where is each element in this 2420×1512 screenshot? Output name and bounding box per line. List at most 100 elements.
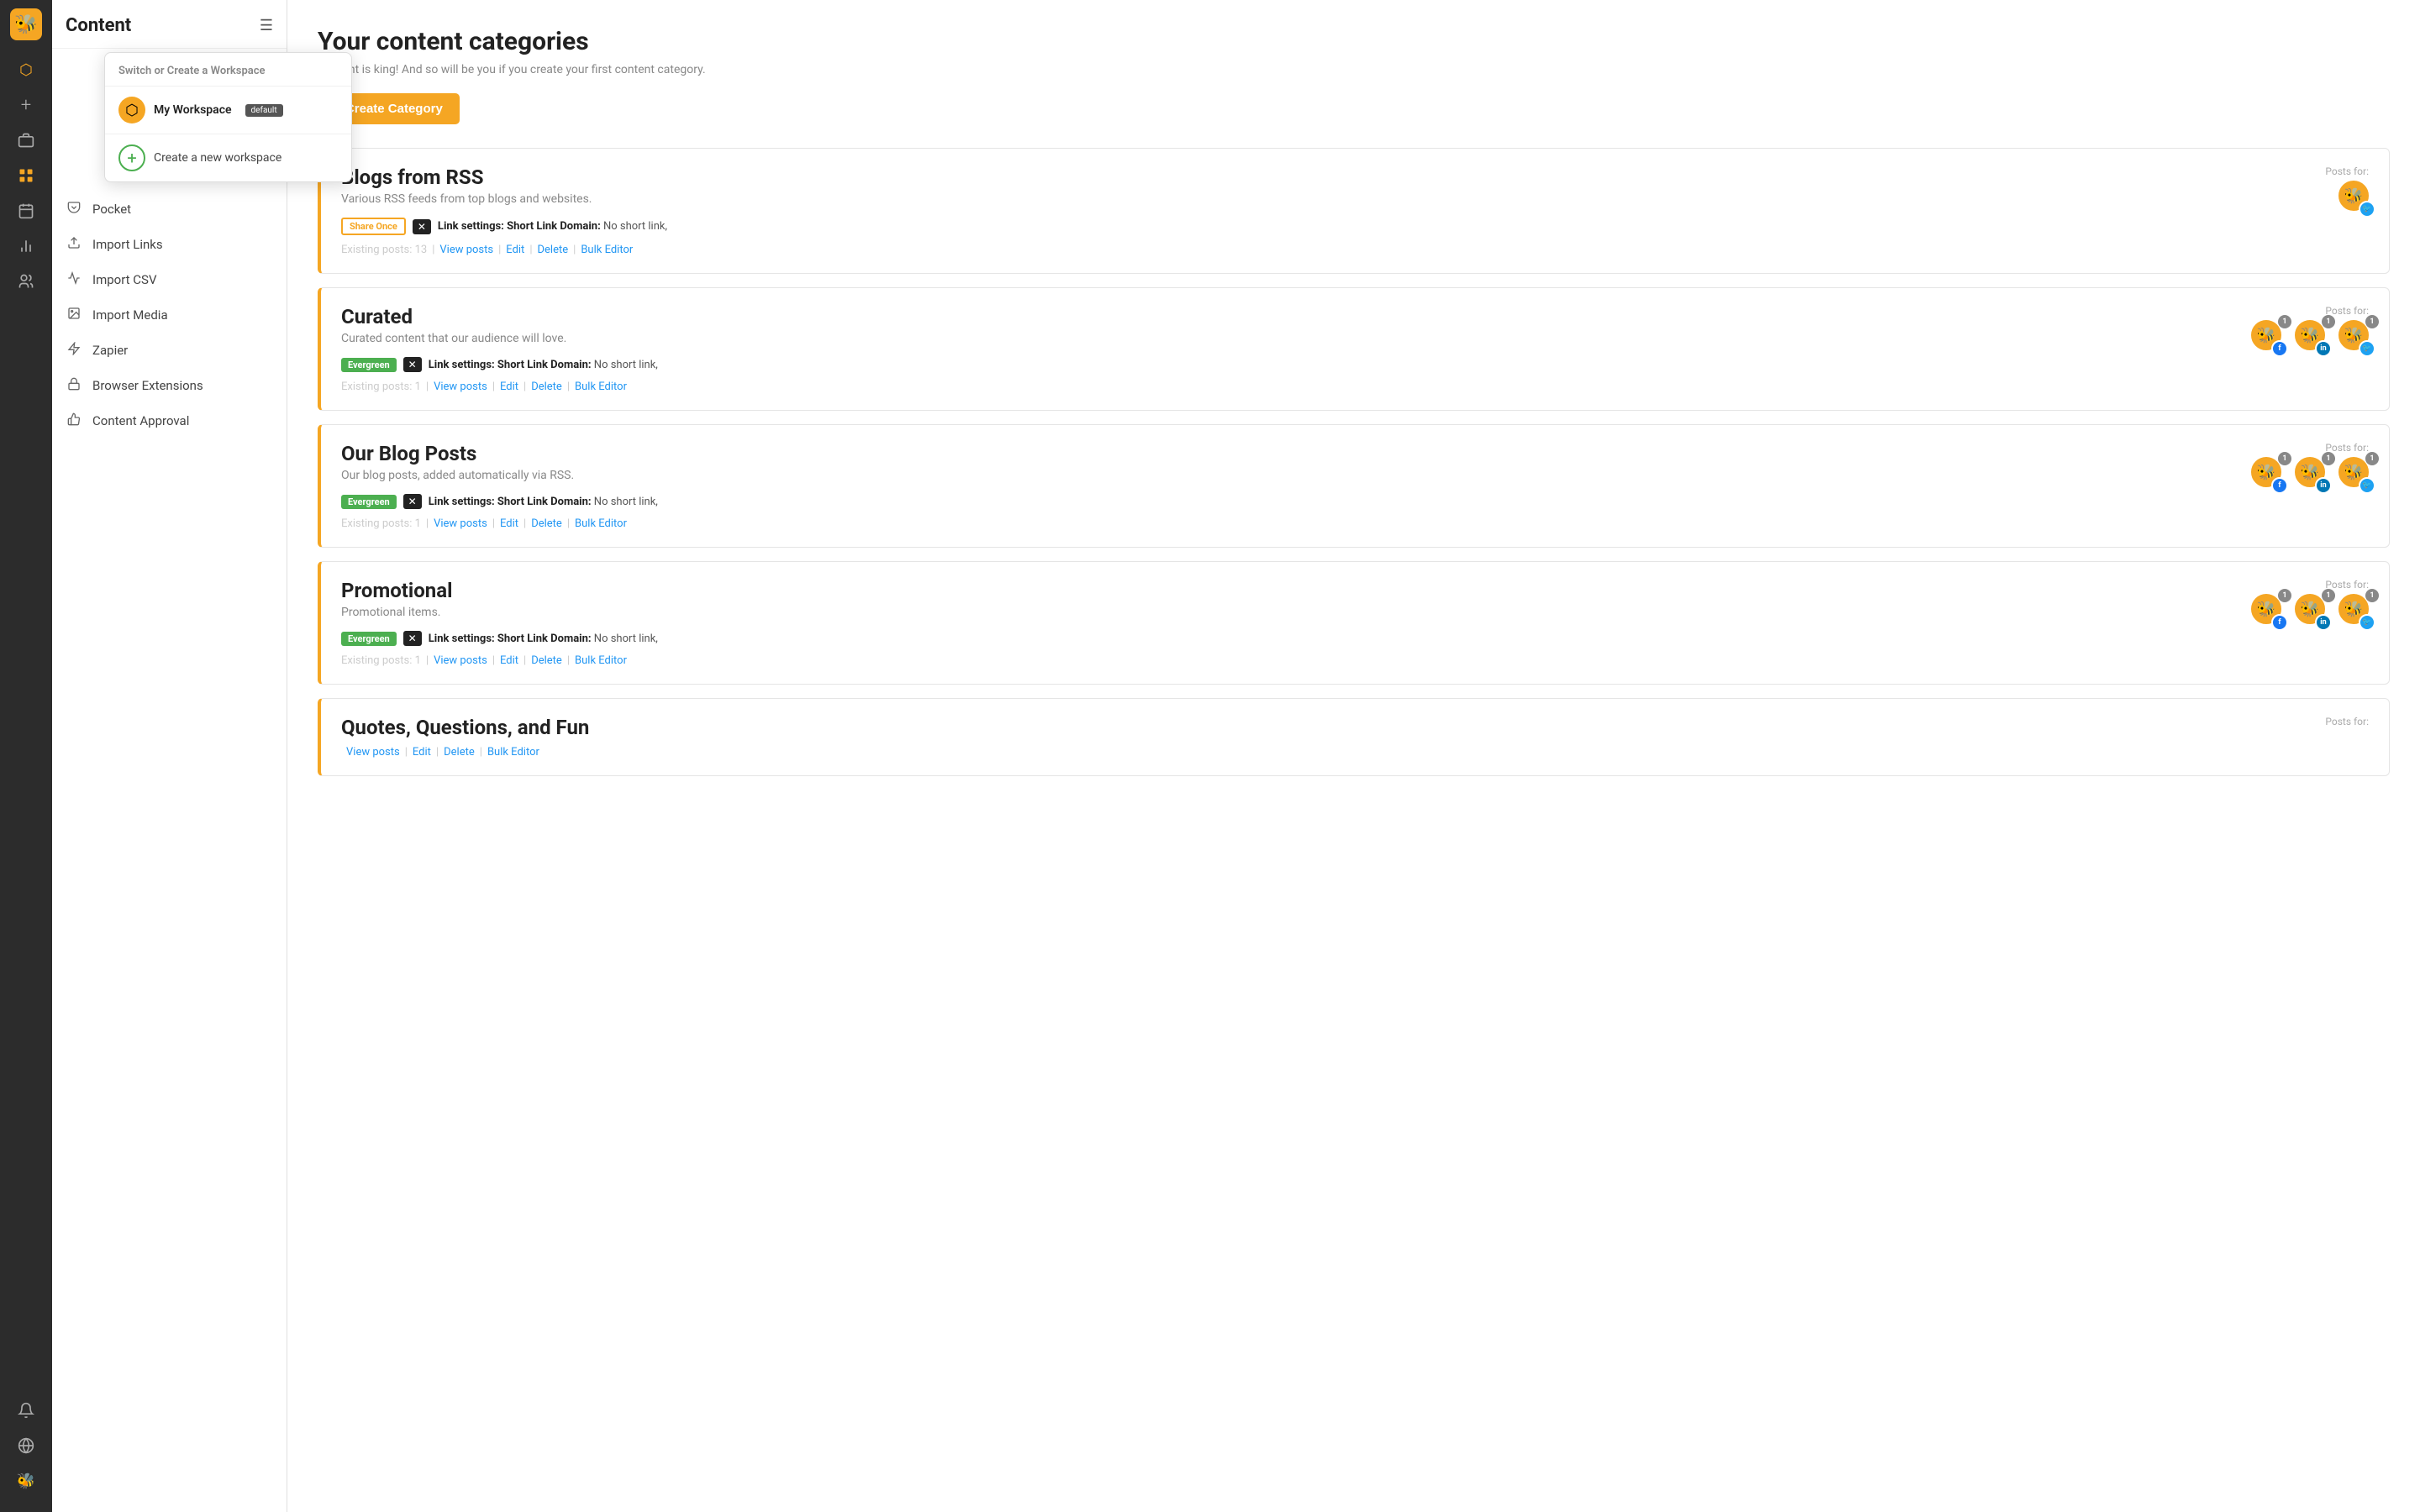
avatar-stack: 1 🐝 in — [2293, 592, 2332, 631]
bulk-editor-link[interactable]: Bulk Editor — [581, 244, 633, 256]
separator: | — [498, 244, 501, 256]
workspace-name: My Workspace — [154, 103, 232, 117]
avatars-row: 1 🐝 f 1 🐝 in 1 🐝 🐦 — [2249, 318, 2375, 357]
category-actions: Existing posts: 13 | View posts | Edit |… — [341, 244, 2369, 256]
delete-link[interactable]: Delete — [531, 654, 562, 667]
separator: | — [523, 517, 526, 530]
link-icon: ✕ — [413, 219, 431, 234]
category-actions: Existing posts: 1 | View posts | Edit | … — [341, 381, 2369, 393]
app-logo[interactable]: 🐝 — [10, 8, 42, 40]
view-posts-link[interactable]: View posts — [346, 746, 400, 759]
import-links-icon — [66, 236, 82, 253]
sidebar-item-browser-extensions-label: Browser Extensions — [92, 378, 203, 393]
sidebar-item-import-media[interactable]: Import Media — [52, 297, 287, 333]
sidebar-item-import-csv[interactable]: Import CSV — [52, 262, 287, 297]
nav-grid-icon[interactable] — [10, 160, 42, 192]
avatar-stack: 1 🐝 in — [2293, 318, 2332, 357]
category-desc: Our blog posts, added automatically via … — [341, 469, 2369, 482]
delete-link[interactable]: Delete — [531, 517, 562, 530]
edit-link[interactable]: Edit — [506, 244, 524, 256]
category-tags-row: Evergreen ✕ Link settings: Short Link Do… — [341, 357, 2369, 372]
sidebar-item-import-links-label: Import Links — [92, 237, 163, 252]
sidebar-item-pocket-label: Pocket — [92, 202, 131, 217]
view-posts-link[interactable]: View posts — [434, 381, 487, 393]
avatar-stack: 🐝 🐦 — [2337, 179, 2375, 218]
bulk-editor-link[interactable]: Bulk Editor — [575, 517, 627, 530]
workspace-item-my[interactable]: ⬡ My Workspace default — [105, 87, 351, 134]
existing-posts-count: Existing posts: 1 — [341, 654, 421, 667]
avatar-count-badge: 1 — [2278, 589, 2291, 602]
delete-link[interactable]: Delete — [531, 381, 562, 393]
avatars-row: 1 🐝 f 1 🐝 in 1 🐝 🐦 — [2249, 455, 2375, 494]
nav-briefcase-icon[interactable] — [10, 124, 42, 156]
avatar-stack: 1 🐝 🐦 — [2337, 592, 2375, 631]
category-desc: Various RSS feeds from top blogs and web… — [341, 192, 2369, 206]
category-card: Posts for: 1 🐝 f 1 🐝 in 1 🐝 🐦 — [318, 561, 2390, 685]
nav-globe-icon[interactable] — [10, 1430, 42, 1462]
nav-plus-icon[interactable]: + — [10, 89, 42, 121]
separator: | — [567, 517, 570, 530]
separator: | — [432, 244, 434, 256]
avatar-social-badge: in — [2315, 614, 2332, 631]
view-posts-link[interactable]: View posts — [434, 517, 487, 530]
sidebar-menu-icon[interactable]: ☰ — [260, 17, 273, 34]
category-card: Posts for: 1 🐝 f 1 🐝 in 1 🐝 🐦 — [318, 424, 2390, 548]
sidebar-item-browser-extensions[interactable]: Browser Extensions — [52, 368, 287, 403]
edit-link[interactable]: Edit — [500, 654, 518, 667]
avatar-count-badge: 1 — [2322, 589, 2335, 602]
edit-link[interactable]: Edit — [413, 746, 431, 759]
nav-hex-icon[interactable]: ⬡ — [10, 54, 42, 86]
category-card: Posts for: 🐝 🐦 Blogs from RSS Various RS… — [318, 148, 2390, 274]
avatar-stack: 1 🐝 f — [2249, 455, 2288, 494]
separator: | — [492, 517, 495, 530]
content-approval-icon — [66, 412, 82, 429]
existing-posts-count: Existing posts: 1 — [341, 517, 421, 530]
tag-share-once: Share Once — [341, 218, 406, 235]
tag-evergreen: Evergreen — [341, 632, 397, 646]
delete-link[interactable]: Delete — [538, 244, 569, 256]
sidebar-item-import-links[interactable]: Import Links — [52, 227, 287, 262]
sidebar-item-zapier[interactable]: Zapier — [52, 333, 287, 368]
workspace-create-label: Create a new workspace — [154, 151, 281, 165]
posts-for-label: Posts for: — [2325, 165, 2369, 177]
sidebar-header: Content ☰ — [52, 0, 287, 49]
view-posts-link[interactable]: View posts — [439, 244, 493, 256]
sidebar-item-pocket[interactable]: Pocket — [52, 192, 287, 227]
separator: | — [523, 381, 526, 393]
workspace-create-new[interactable]: + Create a new workspace — [105, 134, 351, 181]
category-actions: Existing posts: 1 | View posts | Edit | … — [341, 517, 2369, 530]
sidebar-item-content-approval[interactable]: Content Approval — [52, 403, 287, 438]
category-actions: View posts | Edit | Delete | Bulk Editor — [341, 746, 2369, 759]
edit-link[interactable]: Edit — [500, 381, 518, 393]
bulk-editor-link[interactable]: Bulk Editor — [575, 654, 627, 667]
edit-link[interactable]: Edit — [500, 517, 518, 530]
nav-people-icon[interactable] — [10, 265, 42, 297]
nav-bee-bottom-icon[interactable]: 🐝 — [10, 1465, 42, 1497]
bulk-editor-link[interactable]: Bulk Editor — [575, 381, 627, 393]
delete-link[interactable]: Delete — [444, 746, 475, 759]
nav-calendar-icon[interactable] — [10, 195, 42, 227]
bulk-editor-link[interactable]: Bulk Editor — [487, 746, 539, 759]
avatar-social-badge: in — [2315, 340, 2332, 357]
workspace-create-icon: + — [118, 144, 145, 171]
avatars-row: 🐝 🐦 — [2337, 179, 2375, 218]
main-content: Your content categories Content is king!… — [287, 0, 2420, 1512]
category-tags-row: Evergreen ✕ Link settings: Short Link Do… — [341, 631, 2369, 646]
view-posts-link[interactable]: View posts — [434, 654, 487, 667]
avatar-social-badge: f — [2271, 340, 2288, 357]
nav-chart-icon[interactable] — [10, 230, 42, 262]
workspace-default-badge: default — [245, 104, 283, 117]
avatar-count-badge: 1 — [2278, 315, 2291, 328]
separator: | — [480, 746, 482, 759]
nav-bell-icon[interactable] — [10, 1394, 42, 1426]
link-settings: Link settings: Short Link Domain: No sho… — [429, 359, 658, 371]
avatar-social-badge: 🐦 — [2359, 614, 2375, 631]
avatar-stack: 1 🐝 f — [2249, 318, 2288, 357]
link-settings: Link settings: Short Link Domain: No sho… — [438, 220, 667, 233]
avatar-social-badge: f — [2271, 477, 2288, 494]
separator: | — [529, 244, 532, 256]
avatar-count-badge: 1 — [2278, 452, 2291, 465]
posts-for-label: Posts for: — [2325, 305, 2369, 317]
category-desc: Curated content that our audience will l… — [341, 332, 2369, 345]
workspace-dropdown-header: Switch or Create a Workspace — [105, 53, 351, 87]
